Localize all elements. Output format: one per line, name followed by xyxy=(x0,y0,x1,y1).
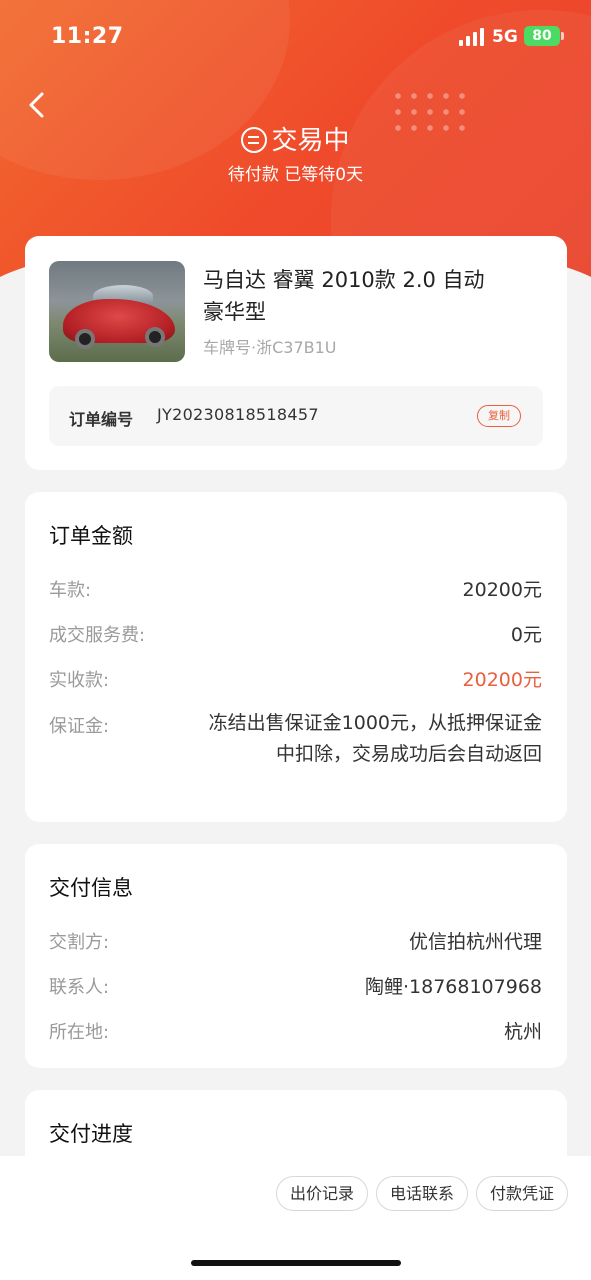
deposit-label: 保证金: xyxy=(49,716,110,737)
home-indicator[interactable] xyxy=(191,1260,401,1266)
car-plate: 车牌号·浙C37B1U xyxy=(203,338,337,357)
page-title: 交易中 xyxy=(0,120,591,157)
car-wheel xyxy=(75,329,95,349)
contact-label: 联系人: xyxy=(49,977,110,998)
copy-button[interactable]: 复制 xyxy=(477,405,521,427)
back-icon[interactable] xyxy=(26,90,50,120)
car-title: 马自达 睿翼 2010款 2.0 自动 豪华型 xyxy=(203,268,485,324)
page-title-text: 交易中 xyxy=(271,126,350,156)
delivery-progress-title: 交付进度 xyxy=(49,1122,133,1146)
order-number: JY20230818518457 xyxy=(157,405,319,424)
car-price-value: 20200元 xyxy=(462,579,542,601)
car-thumbnail[interactable] xyxy=(49,261,185,362)
delivery-party-value: 优信拍杭州代理 xyxy=(408,931,542,953)
battery-level: 80 xyxy=(532,28,552,44)
delivery-info-title: 交付信息 xyxy=(49,876,133,900)
bid-history-button[interactable]: 出价记录 xyxy=(276,1176,368,1211)
status-time: 11:27 xyxy=(51,24,124,49)
delivery-party-label: 交割方: xyxy=(49,932,110,953)
location-label: 所在地: xyxy=(49,1022,110,1043)
car-card: 马自达 睿翼 2010款 2.0 自动 豪华型 车牌号·浙C37B1U 订单编号… xyxy=(25,236,567,470)
order-amount-title: 订单金额 xyxy=(49,524,133,548)
received-value: 20200元 xyxy=(462,669,542,691)
signal-icon xyxy=(459,28,485,46)
battery-icon: 80 xyxy=(524,26,564,46)
received-label: 实收款: xyxy=(49,670,110,691)
deposit-text: 冻结出售保证金1000元，从抵押保证金中扣除，交易成功后会自动返回 xyxy=(208,712,542,765)
order-amount-card: 订单金额 车款: 20200元 成交服务费: 0元 实收款: 20200元 保证… xyxy=(25,492,567,822)
network-type: 5G xyxy=(492,27,518,47)
page-subtitle: 待付款 已等待0天 xyxy=(227,165,364,185)
phone-contact-button[interactable]: 电话联系 xyxy=(376,1176,468,1211)
contact-value[interactable]: 陶鲤·18768107968 xyxy=(365,972,542,999)
car-wheel xyxy=(145,327,165,347)
service-fee-value: 0元 xyxy=(510,624,542,646)
bottom-action-bar: 出价记录 电话联系 付款凭证 xyxy=(0,1156,591,1280)
payment-proof-button[interactable]: 付款凭证 xyxy=(476,1176,568,1211)
order-number-label: 订单编号 xyxy=(69,410,134,429)
order-number-box: 订单编号 JY20230818518457 复制 xyxy=(49,386,543,446)
location-value: 杭州 xyxy=(503,1021,542,1043)
service-fee-label: 成交服务费: xyxy=(49,625,146,646)
car-price-label: 车款: xyxy=(49,580,92,601)
status-bar: 11:27 5G 80 xyxy=(0,0,591,76)
exchange-icon xyxy=(241,127,268,153)
delivery-info-card: 交付信息 交割方: 优信拍杭州代理 联系人: 陶鲤·18768107968 所在… xyxy=(25,844,567,1068)
